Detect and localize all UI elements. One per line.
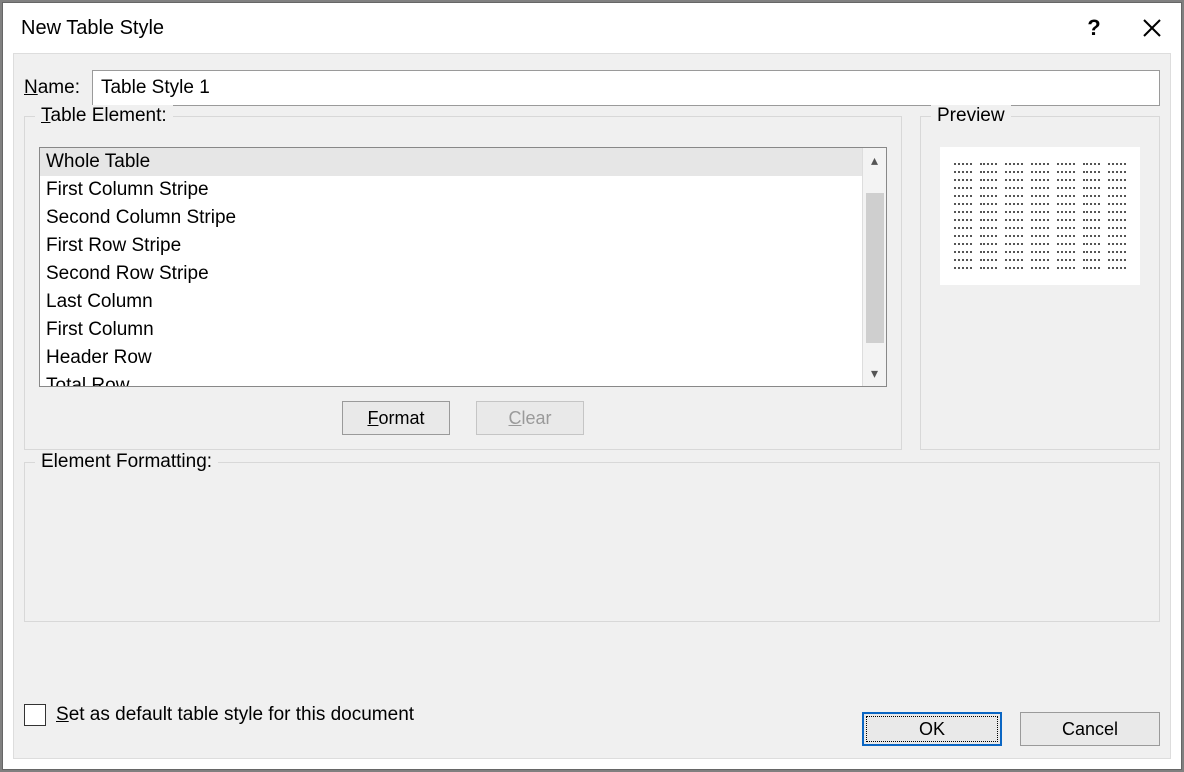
clear-button: Clear <box>476 401 584 435</box>
table-element-legend: Table Element: <box>35 105 173 127</box>
list-item[interactable]: Header Row <box>40 344 862 372</box>
listbox-scrollbar[interactable]: ▴ ▾ <box>862 148 886 386</box>
help-icon: ? <box>1087 15 1100 41</box>
list-item[interactable]: Whole Table <box>40 148 862 176</box>
scroll-up-icon: ▴ <box>871 148 878 173</box>
preview-surface <box>940 147 1140 285</box>
help-button[interactable]: ? <box>1065 3 1123 53</box>
list-item[interactable]: Last Column <box>40 288 862 316</box>
format-button[interactable]: Format <box>342 401 450 435</box>
close-icon <box>1142 18 1162 38</box>
scroll-down-icon: ▾ <box>871 361 878 386</box>
dialog-title: New Table Style <box>21 17 1065 40</box>
checkbox-box-icon <box>24 704 46 726</box>
table-element-listbox[interactable]: Whole Table First Column Stripe Second C… <box>39 147 887 387</box>
list-item[interactable]: First Row Stripe <box>40 232 862 260</box>
table-element-fieldset: Table Element: Whole Table First Column … <box>24 116 902 450</box>
new-table-style-dialog: New Table Style ? Name: Table Element: W… <box>2 2 1182 770</box>
preview-legend: Preview <box>931 105 1011 127</box>
list-item[interactable]: Second Row Stripe <box>40 260 862 288</box>
element-formatting-legend: Element Formatting: <box>35 451 218 473</box>
list-item[interactable]: Second Column Stripe <box>40 204 862 232</box>
scroll-thumb[interactable] <box>866 193 884 343</box>
set-default-label: Set as default table style for this docu… <box>56 704 414 726</box>
table-element-items: Whole Table First Column Stripe Second C… <box>40 148 862 386</box>
list-item[interactable]: Total Row <box>40 372 862 386</box>
titlebar: New Table Style ? <box>3 3 1181 53</box>
list-item[interactable]: First Column Stripe <box>40 176 862 204</box>
set-default-checkbox[interactable]: Set as default table style for this docu… <box>24 704 414 726</box>
preview-table <box>946 157 1134 275</box>
list-item[interactable]: First Column <box>40 316 862 344</box>
element-formatting-fieldset: Element Formatting: <box>24 462 1160 622</box>
dialog-content: Name: Table Element: Whole Table First C… <box>13 53 1171 759</box>
name-input[interactable] <box>92 70 1160 106</box>
close-button[interactable] <box>1123 3 1181 53</box>
preview-fieldset: Preview <box>920 116 1160 450</box>
cancel-button[interactable]: Cancel <box>1020 712 1160 746</box>
ok-button[interactable]: OK <box>862 712 1002 746</box>
name-label: Name: <box>24 77 80 99</box>
